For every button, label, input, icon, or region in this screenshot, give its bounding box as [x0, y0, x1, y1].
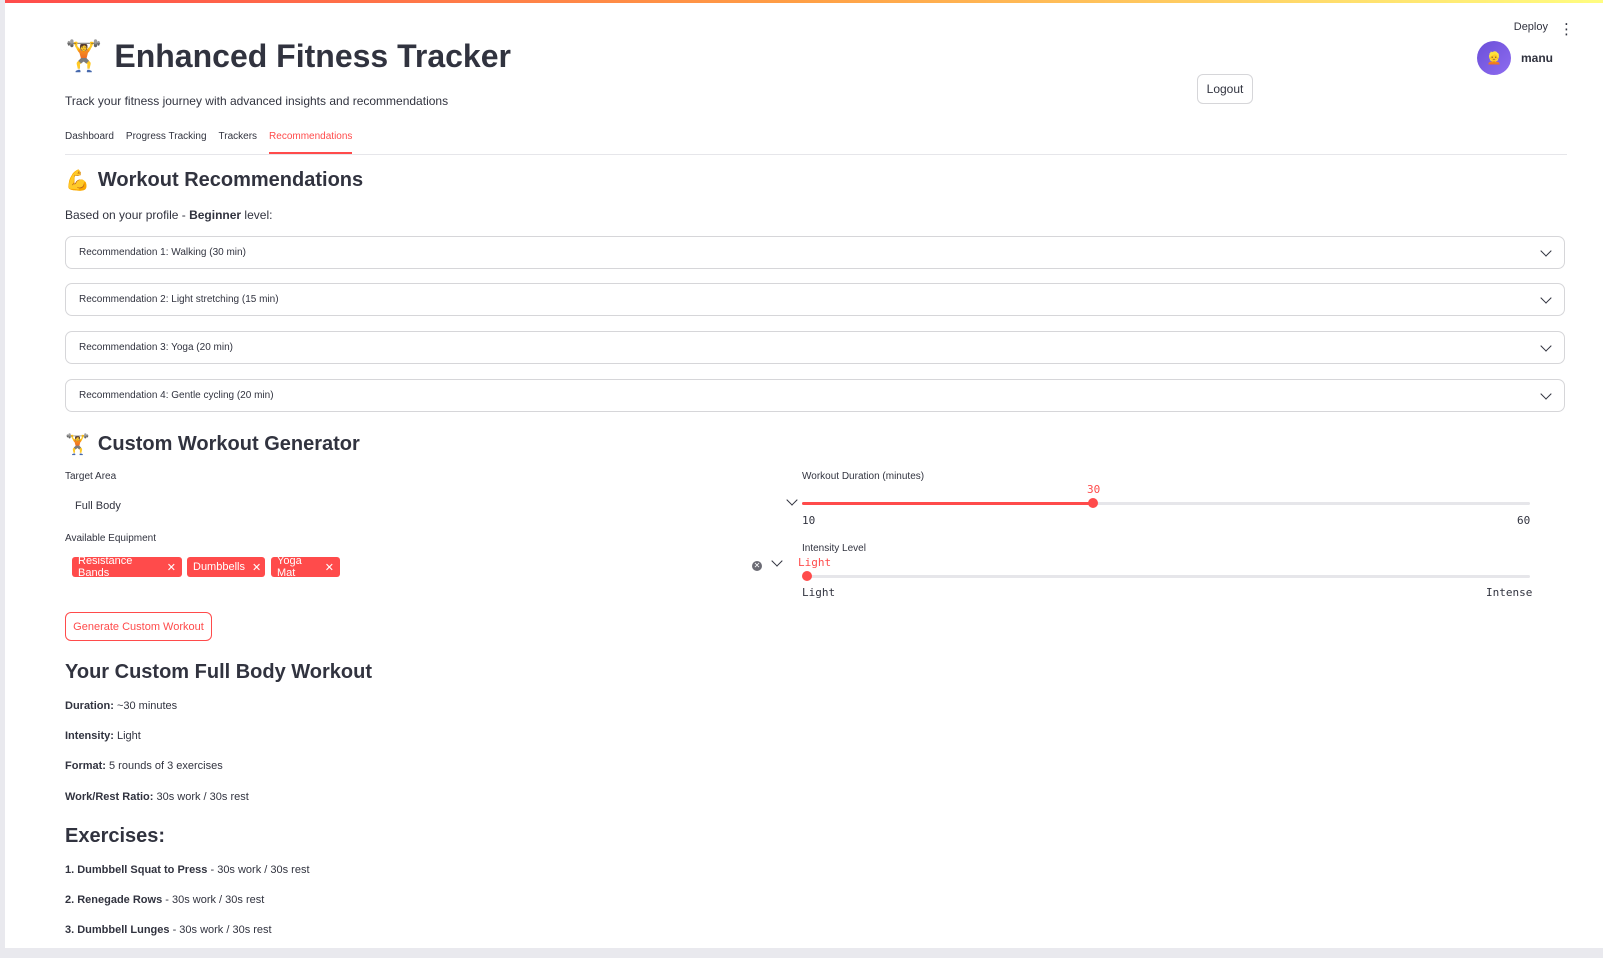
target-area-label: Target Area	[65, 471, 117, 482]
page-title-row: 🏋️ Enhanced Fitness Tracker	[65, 38, 511, 75]
intensity-slider-thumb[interactable]	[802, 571, 812, 581]
intensity-level-label: Intensity Level	[802, 543, 866, 554]
intensity-min-label: Light	[802, 586, 836, 599]
tab-bar: Dashboard Progress Tracking Trackers Rec…	[65, 126, 1567, 155]
available-equipment-label: Available Equipment	[65, 533, 156, 544]
remove-tag-icon[interactable]: ✕	[325, 561, 334, 574]
profile-level: Beginner	[189, 208, 242, 222]
detail-label: Intensity:	[65, 730, 114, 742]
recommendation-expander-1[interactable]: Recommendation 1: Walking (30 min)	[65, 236, 1565, 269]
detail-value: 30s work / 30s rest	[153, 791, 249, 803]
chevron-down-icon	[786, 494, 798, 506]
recommendation-label: Recommendation 1: Walking (30 min)	[79, 247, 246, 258]
custom-workout-generator-heading: Custom Workout Generator	[97, 433, 360, 455]
remove-tag-icon[interactable]: ✕	[167, 561, 176, 574]
left-window-edge	[0, 0, 5, 958]
available-equipment-multiselect[interactable]: Resistance Bands ✕ Dumbbells ✕ Yoga Mat ✕ ✕	[65, 555, 802, 582]
workout-detail-work-rest: Work/Rest Ratio: 30s work / 30s rest	[65, 791, 249, 803]
user-profile[interactable]: 👱 manu	[1476, 41, 1553, 75]
recommendation-expander-4[interactable]: Recommendation 4: Gentle cycling (20 min…	[65, 379, 1565, 412]
chevron-down-icon[interactable]	[771, 555, 783, 567]
clear-all-icon[interactable]: ✕	[752, 561, 762, 571]
workout-recommendations-heading-row: 💪 Workout Recommendations	[65, 168, 363, 193]
exercise-item-1: 1. Dumbbell Squat to Press - 30s work / …	[65, 864, 310, 876]
recommendation-label: Recommendation 2: Light stretching (15 m…	[79, 294, 279, 305]
tag-label: Resistance Bands	[78, 555, 133, 579]
logout-button[interactable]: Logout	[1197, 74, 1253, 104]
duration-slider-fill	[802, 502, 1094, 505]
profile-level-line: Based on your profile - Beginner level:	[65, 208, 272, 222]
kebab-menu-icon[interactable]: ⋮	[1559, 20, 1574, 38]
duration-max-label: 60	[1517, 514, 1531, 527]
exercise-timing: - 30s work / 30s rest	[169, 924, 272, 936]
exercise-name: 3. Dumbbell Lunges	[65, 924, 170, 936]
chevron-down-icon	[1540, 387, 1552, 400]
intensity-slider-value: Light	[798, 556, 832, 569]
target-area-value: Full Body	[75, 500, 121, 512]
detail-value: Light	[113, 730, 141, 742]
generate-custom-workout-button[interactable]: Generate Custom Workout	[65, 612, 212, 641]
duration-slider[interactable]	[802, 498, 1530, 508]
chevron-down-icon	[1540, 244, 1552, 257]
exercise-item-3: 3. Dumbbell Lunges - 30s work / 30s rest	[65, 924, 272, 936]
custom-workout-heading: Your Custom Full Body Workout	[65, 661, 373, 683]
intensity-max-label: Intense	[1486, 586, 1533, 599]
equipment-tag-resistance-bands[interactable]: Resistance Bands ✕	[72, 555, 182, 579]
detail-label: Work/Rest Ratio:	[65, 791, 154, 803]
exercise-timing: - 30s work / 30s rest	[207, 864, 310, 876]
page-subtitle: Track your fitness journey with advanced…	[65, 94, 449, 108]
recommendation-expander-2[interactable]: Recommendation 2: Light stretching (15 m…	[65, 283, 1565, 316]
tab-trackers[interactable]: Trackers	[219, 126, 258, 152]
remove-tag-icon[interactable]: ✕	[252, 561, 261, 574]
weightlifter-icon: 🏋️	[65, 40, 103, 73]
recommendation-label: Recommendation 3: Yoga (20 min)	[79, 342, 233, 353]
tab-progress-tracking[interactable]: Progress Tracking	[126, 126, 207, 152]
recommendation-label: Recommendation 4: Gentle cycling (20 min…	[79, 390, 274, 401]
tab-recommendations[interactable]: Recommendations	[269, 126, 353, 154]
custom-workout-generator-heading-row: 🏋️ Custom Workout Generator	[65, 432, 360, 457]
page-title: Enhanced Fitness Tracker	[114, 38, 511, 74]
workout-detail-format: Format: 5 rounds of 3 exercises	[65, 760, 223, 772]
tab-dashboard[interactable]: Dashboard	[65, 126, 114, 152]
duration-min-label: 10	[802, 514, 816, 527]
equipment-tag-yoga-mat[interactable]: Yoga Mat ✕	[271, 555, 340, 579]
target-area-select[interactable]: Full Body	[65, 494, 802, 516]
tag-label: Yoga Mat	[277, 555, 302, 579]
detail-label: Format:	[65, 760, 106, 772]
intensity-slider[interactable]	[802, 571, 1530, 581]
workout-duration-label: Workout Duration (minutes)	[802, 471, 925, 482]
exercise-timing: - 30s work / 30s rest	[162, 894, 265, 906]
avatar[interactable]: 👱	[1476, 41, 1511, 75]
workout-recommendations-heading: Workout Recommendations	[97, 169, 364, 191]
exercise-name: 2. Renegade Rows	[65, 894, 163, 906]
username: manu	[1520, 51, 1553, 65]
recommendation-expander-3[interactable]: Recommendation 3: Yoga (20 min)	[65, 331, 1565, 364]
top-decoration-bar	[0, 0, 1603, 3]
equipment-tag-dumbbells[interactable]: Dumbbells ✕	[187, 557, 265, 577]
profile-suffix: level:	[241, 208, 273, 222]
tag-label: Dumbbells	[193, 561, 245, 573]
profile-prefix: Based on your profile -	[65, 208, 190, 222]
duration-slider-thumb[interactable]	[1088, 498, 1099, 508]
workout-detail-duration: Duration: ~30 minutes	[65, 700, 177, 712]
exercise-name: 1. Dumbbell Squat to Press	[65, 864, 208, 876]
workout-detail-intensity: Intensity: Light	[65, 730, 141, 742]
chevron-down-icon	[1540, 291, 1552, 304]
detail-value: ~30 minutes	[113, 700, 178, 712]
exercises-heading: Exercises:	[65, 825, 166, 847]
flexed-biceps-icon: 💪	[65, 170, 90, 192]
duration-slider-value: 30	[1087, 483, 1101, 496]
deploy-button[interactable]: Deploy	[1514, 21, 1548, 33]
weightlifter-icon: 🏋️	[65, 434, 90, 456]
detail-value: 5 rounds of 3 exercises	[105, 760, 223, 772]
chevron-down-icon	[1540, 339, 1552, 352]
exercise-item-2: 2. Renegade Rows - 30s work / 30s rest	[65, 894, 264, 906]
detail-label: Duration:	[65, 700, 114, 712]
bottom-window-edge	[0, 948, 1603, 958]
